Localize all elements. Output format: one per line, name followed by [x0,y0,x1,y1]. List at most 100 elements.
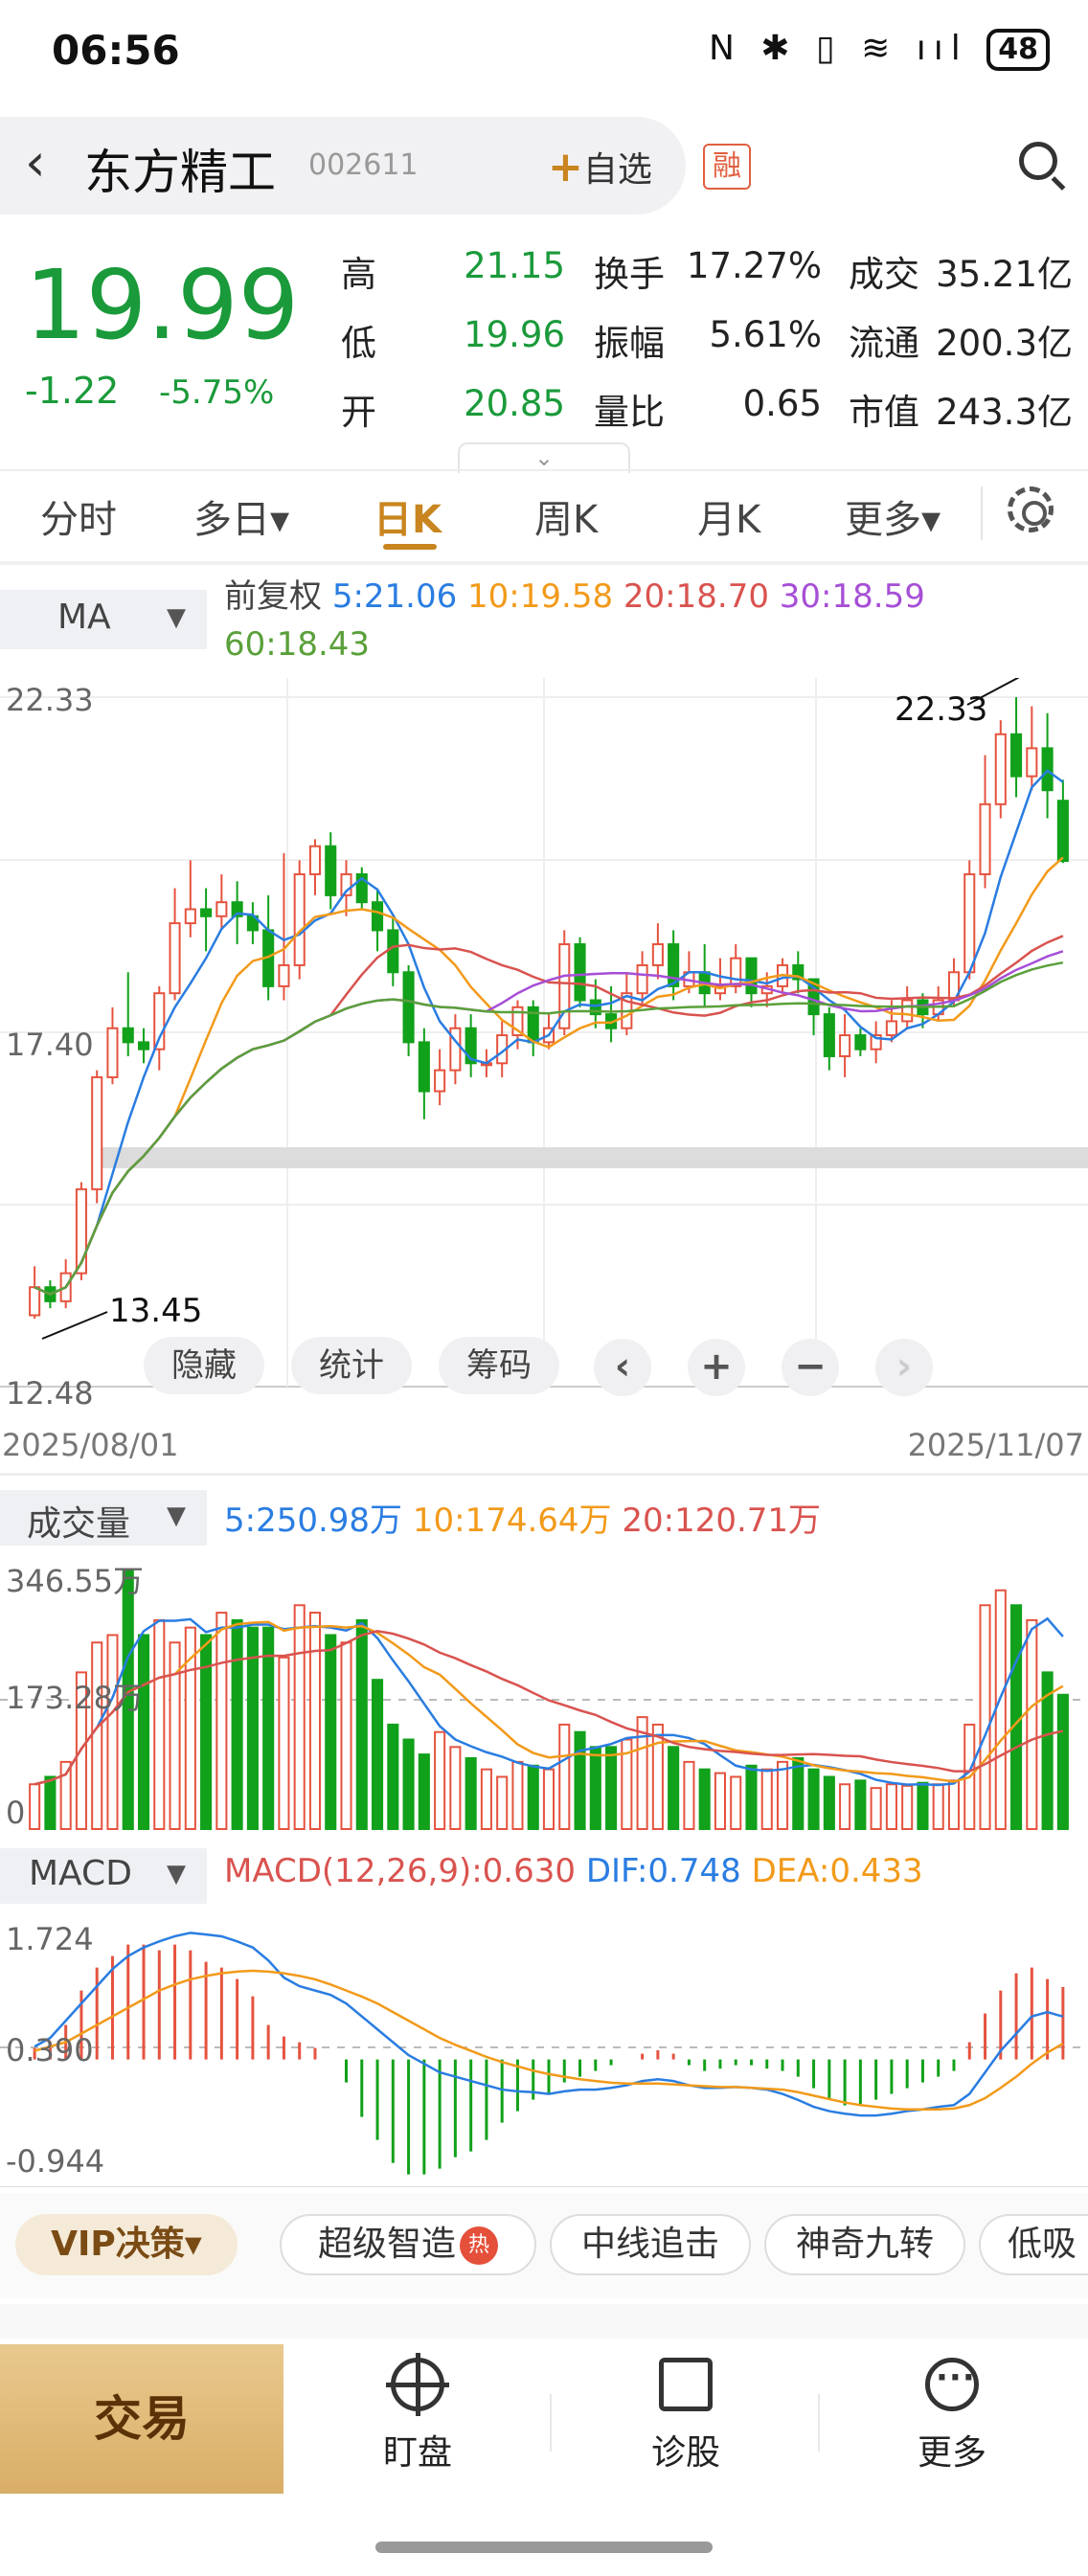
chevron-right-icon[interactable]: › [875,1339,933,1396]
gear-icon[interactable] [1008,486,1054,532]
candle [387,929,399,974]
stat-value-market-cap: 243.3亿 [936,392,1073,433]
high-marker-label: 22.33 [895,690,987,729]
volume-chart[interactable]: 346.55万 173.28万 0 [0,1551,1088,1839]
tab-monthly-k[interactable]: 月K [697,488,760,544]
volume-bar [153,1618,166,1831]
tab-daily-k[interactable]: 日K [374,488,442,544]
chips-button[interactable]: 筹码 [439,1337,559,1394]
volume-bar [1026,1618,1038,1831]
tab-more[interactable]: 更多▾ [845,488,941,544]
volume-bar [59,1760,72,1830]
candle [994,733,1007,805]
macd-value: MACD(12,26,9):0.630 [224,1852,577,1890]
axis-label-high: 22.33 [6,682,94,718]
nav-diagnose[interactable]: 诊股 [609,2358,762,2474]
strategy-chip-low-buy[interactable]: 低吸 [979,2214,1088,2275]
nav-monitor[interactable]: 盯盘 [341,2353,494,2474]
axis-label-mid: 17.40 [6,1027,94,1063]
trade-button[interactable]: 交易 [0,2344,283,2494]
candle [745,957,758,995]
tab-intraday[interactable]: 分时 [40,488,117,544]
adjust-mode: 前复权 [224,577,322,616]
divider [550,2394,552,2452]
zoom-in-icon[interactable]: + [688,1339,745,1396]
candle [308,845,322,875]
indicator-select-macd[interactable]: MACD [0,1848,207,1904]
peek-row [0,2304,1088,2342]
volume-bar [730,1775,742,1831]
candle [963,872,976,974]
candle [184,908,196,925]
nav-diagnose-label: 诊股 [650,2433,720,2473]
stat-label-high: 高 [341,254,376,295]
volume-bar [449,1746,462,1830]
price-change: -1.22 [25,370,120,412]
strategy-chip-midline[interactable]: 中线追击 [550,2214,751,2275]
candle [574,943,586,1002]
chevron-left-icon[interactable]: ‹ [594,1339,651,1396]
volume-bar [527,1764,539,1830]
candle [979,802,991,875]
add-watchlist-button[interactable]: +自选 [548,142,652,192]
vol-axis-bottom: 0 [6,1795,25,1831]
back-icon[interactable]: ‹ [25,134,46,192]
hide-button[interactable]: 隐藏 [144,1337,264,1394]
indicator-select-volume[interactable]: 成交量 [0,1490,207,1546]
macd-axis-bottom: -0.944 [6,2143,104,2180]
active-tab-indicator [383,544,437,550]
price-change-percent: -5.75% [159,373,275,412]
status-clock: 06:56 [52,27,180,74]
vol-ma5-value: 5:250.98万 [224,1502,403,1540]
candle [636,963,648,995]
stat-label-volume-ratio: 量比 [594,392,665,433]
ma5-value: 5:21.06 [331,577,458,616]
stat-value-float-cap: 200.3亿 [936,323,1073,364]
date-start: 2025/08/01 [2,1427,179,1463]
indicator-select-ma[interactable]: MA [0,590,207,649]
volume-bar [574,1730,586,1830]
volume-bar [480,1768,492,1830]
stat-value-amount: 35.21亿 [936,254,1073,295]
stat-label-turnover: 换手 [594,254,665,295]
volume-bar [839,1783,851,1830]
strategy-chip-nine-turn[interactable]: 神奇九转 [764,2214,965,2275]
candle [730,957,742,987]
candle [1026,747,1038,778]
candle [418,1041,430,1093]
candle [278,963,290,987]
macd-chart[interactable]: 1.724 0.390 -0.944 [0,1909,1088,2187]
zoom-out-icon[interactable]: − [782,1339,839,1396]
volume-bar [542,1768,555,1830]
volume-bar [465,1756,477,1831]
vol-axis-top: 346.55万 [6,1563,144,1599]
stat-value-open: 20.85 [464,383,565,424]
divider [0,469,1088,471]
volume-bar [293,1604,306,1831]
search-icon[interactable] [1019,142,1057,180]
candlestick-chart[interactable]: 22.33 17.40 12.48 22.33 13.45 [0,678,1088,1415]
candle [901,999,914,1023]
volume-bar [29,1783,41,1830]
nav-more[interactable]: 更多 [875,2358,1029,2474]
pulse-chart-icon [659,2358,713,2411]
vip-decision-button[interactable]: VIP决策▾ [15,2214,238,2275]
volume-bar [308,1612,322,1830]
margin-trading-badge[interactable]: 融 [703,144,751,190]
candle [200,908,213,917]
volume-bar [714,1772,726,1831]
stats-button[interactable]: 统计 [291,1337,412,1394]
stat-label-open: 开 [341,392,376,433]
tab-weekly-k[interactable]: 周K [534,488,598,544]
strategy-chip-super[interactable]: 超级智造热 [280,2214,536,2275]
stat-label-float-cap: 流通 [849,323,919,364]
volume-bar [776,1760,789,1830]
volume-bar [372,1679,384,1830]
macd-axis-mid: 0.390 [6,2032,94,2068]
volume-bar [870,1787,882,1831]
stat-value-amplitude: 5.61% [709,314,822,355]
stat-value-turnover: 17.27% [686,245,822,286]
tab-multi-day[interactable]: 多日▾ [193,488,289,544]
volume-bar [402,1738,415,1831]
stat-value-high: 21.15 [464,245,565,286]
